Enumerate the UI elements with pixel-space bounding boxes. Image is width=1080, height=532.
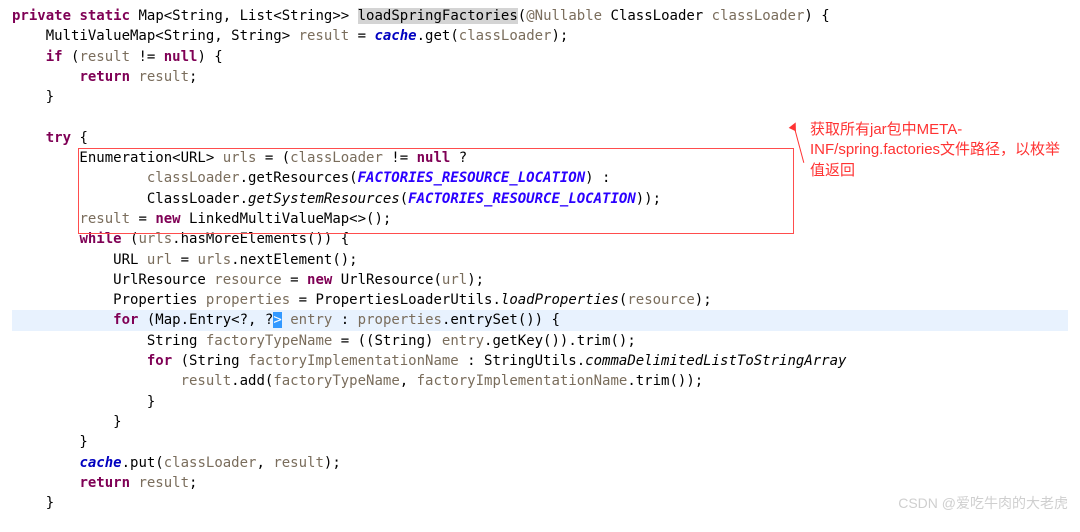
annotation-text: 获取所有jar包中META-INF/spring.factories文件路径，以… <box>810 120 1068 181</box>
var: result <box>299 28 350 44</box>
const: FACTORIES_RESOURCE_LOCATION <box>358 170 586 186</box>
field: cache <box>374 28 416 44</box>
kw: static <box>79 8 130 24</box>
kw: private <box>12 8 71 24</box>
type: ClassLoader <box>611 8 704 24</box>
anno: @Nullable <box>526 8 602 24</box>
code-block: private static Map<String, List<String>>… <box>12 6 1068 513</box>
param: classLoader <box>712 8 805 24</box>
highlighted-line: for (Map.Entry<?, ?> entry : properties.… <box>12 310 1068 330</box>
selection: > <box>273 312 281 328</box>
type: Map<String, List<String>> <box>138 8 349 24</box>
method-name: loadSpringFactories <box>358 8 518 24</box>
